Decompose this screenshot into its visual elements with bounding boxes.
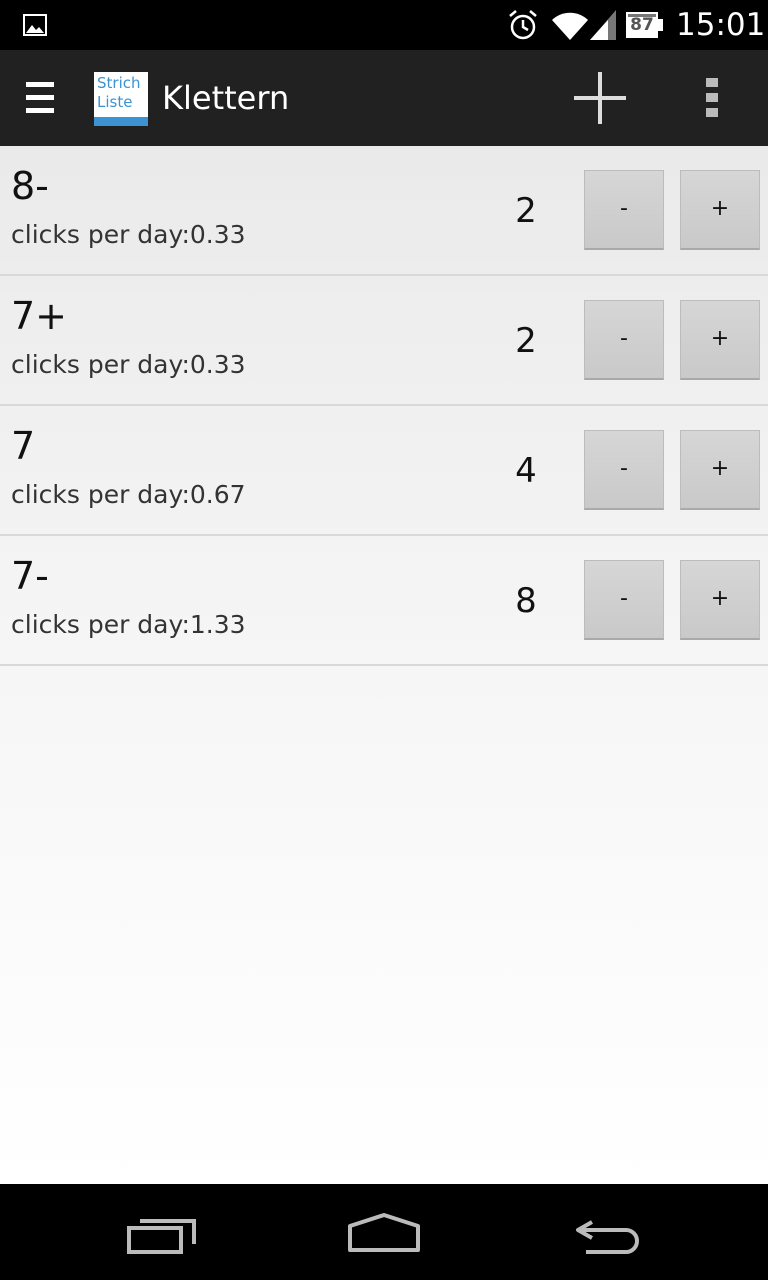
counter-count: 4 [515, 451, 537, 491]
increment-button[interactable]: + [680, 300, 760, 380]
rate-value: 0.33 [189, 220, 246, 249]
counter-count: 2 [515, 191, 537, 231]
increment-button[interactable]: + [680, 430, 760, 510]
signal-icon [590, 10, 616, 40]
counter-rate: clicks per day:0.67 [11, 478, 246, 512]
decrement-button[interactable]: - [584, 430, 664, 510]
counter-rate: clicks per day:1.33 [11, 608, 246, 642]
counter-count: 8 [515, 581, 537, 621]
counter-rate: clicks per day:0.33 [11, 218, 246, 252]
logo-line-1: Strich [97, 74, 141, 92]
logo-line-2: Liste [97, 93, 133, 111]
overflow-menu-icon[interactable] [700, 76, 724, 120]
rate-label: clicks per day: [11, 610, 190, 639]
counter-name: 7- [11, 554, 49, 598]
status-time: 15:01 [676, 7, 766, 43]
app-logo[interactable]: Strich Liste [94, 72, 148, 126]
gallery-icon [23, 14, 47, 36]
rate-label: clicks per day: [11, 350, 190, 379]
rate-label: clicks per day: [11, 480, 190, 509]
alarm-icon [509, 10, 537, 40]
navigation-bar [0, 1184, 768, 1280]
decrement-button[interactable]: - [584, 170, 664, 250]
status-bar: 87 15:01 [0, 0, 768, 50]
increment-button[interactable]: + [680, 560, 760, 640]
recents-icon[interactable] [126, 1216, 198, 1256]
home-icon[interactable] [346, 1212, 422, 1254]
counter-name: 7+ [11, 294, 68, 338]
rate-label: clicks per day: [11, 220, 190, 249]
add-icon[interactable] [570, 70, 630, 126]
decrement-button[interactable]: - [584, 560, 664, 640]
drawer-icon[interactable] [20, 74, 60, 122]
back-icon[interactable] [572, 1214, 644, 1254]
counter-row: 7- clicks per day:1.33 8 - + [0, 536, 768, 666]
counter-row: 8- clicks per day:0.33 2 - + [0, 146, 768, 276]
rate-value: 0.67 [189, 480, 246, 509]
rate-value: 1.33 [189, 610, 246, 639]
counter-row: 7 clicks per day:0.67 4 - + [0, 406, 768, 536]
battery-level: 87 [630, 15, 654, 35]
rate-value: 0.33 [189, 350, 246, 379]
wifi-icon [552, 12, 588, 41]
counter-name: 7 [11, 424, 36, 468]
counter-list: 8- clicks per day:0.33 2 - + 7+ clicks p… [0, 146, 768, 1184]
counter-rate: clicks per day:0.33 [11, 348, 246, 382]
counter-count: 2 [515, 321, 537, 361]
action-bar: Strich Liste Klettern [0, 50, 768, 146]
counter-row: 7+ clicks per day:0.33 2 - + [0, 276, 768, 406]
decrement-button[interactable]: - [584, 300, 664, 380]
logo-stripe [94, 117, 148, 126]
page-title: Klettern [162, 79, 290, 117]
counter-name: 8- [11, 164, 49, 208]
increment-button[interactable]: + [680, 170, 760, 250]
